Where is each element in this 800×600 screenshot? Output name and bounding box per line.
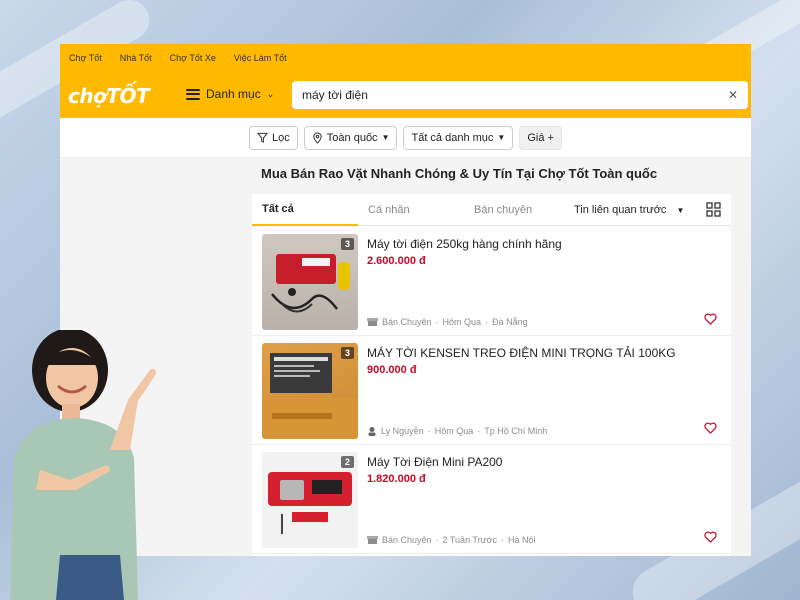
tab-professional[interactable]: Bán chuyên bbox=[464, 194, 564, 226]
listing-meta: Bán Chuyên · Hôm Qua · Đà Nẵng bbox=[367, 317, 528, 327]
seller-name: Bán Chuyên bbox=[382, 535, 432, 545]
listing-thumbnail[interactable]: 3 bbox=[262, 234, 358, 330]
location: Đà Nẵng bbox=[492, 317, 528, 327]
post-time: Hôm Qua bbox=[442, 317, 482, 327]
filter-bar: Lọc Toàn quốc ▼ Tất cả danh mục ▼ Giá + bbox=[60, 118, 751, 158]
price-filter[interactable]: Giá + bbox=[519, 125, 562, 150]
listing-tabs: Tất cả Cá nhân Bán chuyên Tin liên quan … bbox=[252, 194, 731, 226]
image-count-badge: 3 bbox=[340, 238, 354, 250]
category-select[interactable]: Tất cả danh mục ▼ bbox=[403, 125, 514, 150]
shop-icon bbox=[367, 318, 378, 326]
category-menu-label: Danh mục bbox=[206, 87, 261, 101]
seller-name: Ly Nguyễn bbox=[381, 426, 424, 436]
shop-icon bbox=[367, 536, 378, 544]
top-link-nha-tot[interactable]: Nhà Tốt bbox=[120, 53, 152, 63]
filter-label: Lọc bbox=[272, 131, 290, 144]
listing-thumbnail[interactable]: 3 bbox=[262, 343, 358, 439]
top-link-cho-tot-xe[interactable]: Chợ Tốt Xe bbox=[170, 53, 216, 63]
post-time: 2 Tuần Trước bbox=[442, 535, 497, 545]
image-count-badge: 3 bbox=[340, 347, 354, 359]
clear-icon[interactable]: ✕ bbox=[728, 88, 738, 102]
sort-label: Tin liên quan trước bbox=[574, 204, 667, 216]
page-title: Mua Bán Rao Vặt Nhanh Chóng & Uy Tín Tại… bbox=[261, 166, 658, 181]
heart-icon[interactable] bbox=[704, 313, 717, 325]
price-filter-label: Giá + bbox=[527, 131, 554, 144]
heart-icon[interactable] bbox=[704, 422, 717, 434]
meta-separator: · bbox=[477, 426, 481, 436]
meta-separator: · bbox=[435, 317, 439, 327]
meta-separator: · bbox=[435, 535, 439, 545]
chevron-down-icon: ⌄ bbox=[266, 88, 275, 99]
post-time: Hôm Qua bbox=[434, 426, 474, 436]
meta-separator: · bbox=[427, 426, 431, 436]
meta-separator: · bbox=[501, 535, 504, 545]
caret-down-icon: ▼ bbox=[381, 133, 390, 142]
meta-separator: · bbox=[485, 317, 489, 327]
listing-panel: Tất cả Cá nhân Bán chuyên Tin liên quan … bbox=[252, 194, 731, 556]
location-label: Toàn quốc bbox=[326, 131, 378, 144]
seller-avatar-icon bbox=[368, 427, 376, 436]
funnel-icon bbox=[257, 132, 269, 143]
location: Hà Nội bbox=[508, 535, 536, 545]
search-box: ✕ bbox=[292, 81, 748, 109]
listing-title[interactable]: Máy tời điện 250kg hàng chính hãng bbox=[367, 237, 562, 251]
seller-name: Bán Chuyên bbox=[382, 317, 432, 327]
logo[interactable]: chợTỐT bbox=[68, 84, 150, 108]
listing-item[interactable]: 2 Máy Tời Điện Mini PA200 1.820.000 đ Bá… bbox=[252, 445, 731, 554]
category-select-label: Tất cả danh mục bbox=[411, 131, 494, 144]
listing-thumbnail[interactable]: 2 bbox=[262, 452, 358, 548]
location-select[interactable]: Toàn quốc ▼ bbox=[303, 125, 398, 150]
listing-item[interactable]: 3 Máy tời điện 250kg hàng chính hãng 2.6… bbox=[252, 227, 731, 336]
hamburger-icon bbox=[186, 88, 200, 100]
woman-pointing-illustration bbox=[10, 330, 156, 600]
tab-all[interactable]: Tất cả bbox=[252, 194, 358, 226]
header: chợTỐT Danh mục ⌄ ✕ bbox=[60, 72, 751, 118]
top-nav: Chợ Tốt Nhà Tốt Chợ Tốt Xe Việc Làm Tốt bbox=[60, 44, 751, 72]
location: Tp Hồ Chí Minh bbox=[484, 426, 548, 436]
listing-meta: Ly Nguyễn · Hôm Qua · Tp Hồ Chí Minh bbox=[367, 426, 547, 436]
listing-price: 900.000 đ bbox=[367, 364, 417, 376]
tab-individual[interactable]: Cá nhân bbox=[358, 194, 464, 226]
grid-view-icon[interactable] bbox=[706, 202, 721, 217]
filter-button[interactable]: Lọc bbox=[249, 125, 298, 150]
listing-title[interactable]: MÁY TỜI KENSEN TREO ĐIỆN MINI TRỌNG TẢI … bbox=[367, 346, 676, 360]
listing-title[interactable]: Máy Tời Điện Mini PA200 bbox=[367, 455, 502, 469]
search-input[interactable] bbox=[302, 88, 728, 102]
listing-price: 1.820.000 đ bbox=[367, 473, 426, 485]
listing-price: 2.600.000 đ bbox=[367, 255, 426, 267]
listing-item[interactable]: 3 MÁY TỜI KENSEN TREO ĐIỆN MINI TRỌNG TẢ… bbox=[252, 336, 731, 445]
caret-down-icon: ▼ bbox=[676, 205, 685, 215]
location-pin-icon bbox=[313, 131, 322, 144]
heart-icon[interactable] bbox=[704, 531, 717, 543]
listing-meta: Bán Chuyên · 2 Tuần Trước · Hà Nội bbox=[367, 535, 536, 545]
image-count-badge: 2 bbox=[340, 456, 354, 468]
top-link-cho-tot[interactable]: Chợ Tốt bbox=[69, 53, 102, 63]
sort-select[interactable]: Tin liên quan trước ▼ bbox=[574, 194, 684, 226]
caret-down-icon: ▼ bbox=[497, 133, 506, 142]
top-link-viec-lam-tot[interactable]: Việc Làm Tốt bbox=[234, 53, 287, 63]
category-menu-button[interactable]: Danh mục ⌄ bbox=[186, 87, 274, 101]
